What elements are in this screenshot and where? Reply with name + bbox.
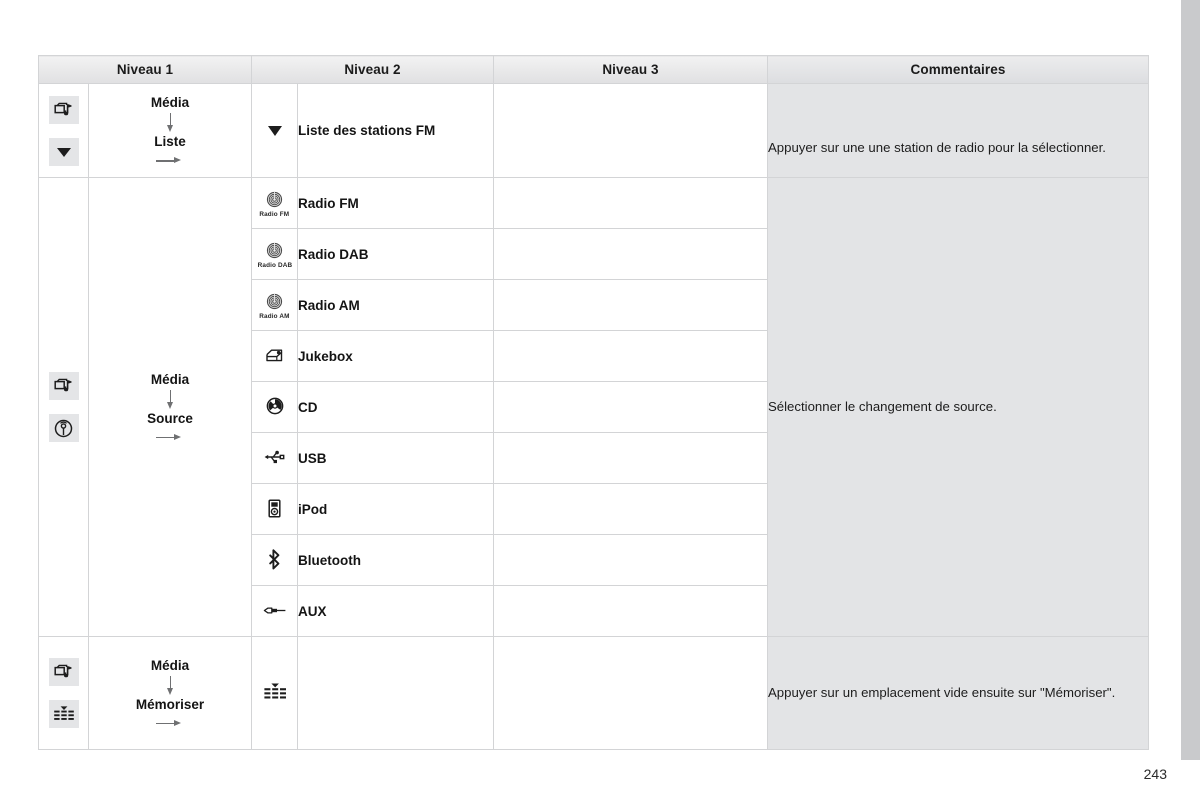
row-label-radio-am: Radio AM: [297, 279, 494, 331]
row-level3-cd: [493, 381, 768, 433]
table-row: Média Mémoriser Appuyer sur un emplaceme…: [38, 636, 1149, 750]
table-header: Niveau 1 Niveau 2 Niveau 3 Commentaires: [38, 55, 1149, 84]
row-comment-source: Sélectionner le changement de source.: [767, 177, 1149, 637]
row-label-liste-stations: Liste des stations FM: [297, 83, 494, 178]
row-icon-ipod[interactable]: [251, 483, 298, 535]
group-icons-memoriser: [38, 636, 89, 750]
row-comment-memoriser: Appuyer sur un emplacement vide ensuite …: [767, 636, 1149, 750]
row-icon-radio-fm[interactable]: Radio FM: [251, 177, 298, 229]
group-icons-liste: [38, 83, 89, 178]
row-icon-cd[interactable]: [251, 381, 298, 433]
ipod-icon: [268, 499, 281, 518]
row-label-ipod: iPod: [297, 483, 494, 535]
page-number: 243: [1143, 766, 1167, 782]
triangle-down-icon[interactable]: [48, 137, 79, 166]
triangle-down-icon: [267, 126, 282, 136]
row-label-bluetooth: Bluetooth: [297, 534, 494, 586]
table-row: Média Source Radio FM Radio FM Sélection…: [38, 177, 1149, 637]
cd-icon: [266, 397, 283, 415]
row-level3-memoriser: [493, 636, 768, 750]
arrow-down-icon: [166, 675, 175, 696]
row-icon-caption: Radio DAB: [257, 260, 292, 268]
usb-icon: [264, 451, 284, 464]
row-level3-radio-dab: [493, 228, 768, 280]
row-label-usb: USB: [297, 432, 494, 484]
row-level3-aux: [493, 585, 768, 637]
row-label-radio-dab: Radio DAB: [297, 228, 494, 280]
arrow-down-icon: [166, 113, 175, 133]
menu-table-container: Niveau 1 Niveau 2 Niveau 3 Commentaires: [38, 55, 1149, 750]
presets-equalizer-icon[interactable]: [48, 700, 79, 728]
row-icon-radio-dab[interactable]: Radio DAB: [251, 228, 298, 280]
menu-path-memoriser: Média Mémoriser: [88, 636, 252, 750]
media-music-icon[interactable]: [48, 95, 79, 124]
row-icon-bluetooth[interactable]: [251, 534, 298, 586]
radio-dial-icon: [266, 192, 283, 208]
presets-equalizer-icon: [263, 683, 286, 699]
menu-path-from: Média: [150, 95, 190, 111]
menu-path-to: Source: [147, 410, 193, 426]
group-icons-source: [38, 177, 89, 637]
table-row: Média Liste Liste des stations FM Appuye…: [38, 83, 1149, 178]
row-icon-liste-stations[interactable]: [251, 83, 298, 178]
source-antenna-icon[interactable]: [48, 414, 79, 442]
row-level3-radio-fm: [493, 177, 768, 229]
menu-path-from: Média: [150, 657, 190, 673]
menu-path-from: Média: [150, 371, 190, 387]
row-level3-jukebox: [493, 330, 768, 382]
column-header-comments: Commentaires: [767, 55, 1149, 84]
row-label-radio-fm: Radio FM: [297, 177, 494, 229]
row-icon-radio-am[interactable]: Radio AM: [251, 279, 298, 331]
row-level3-liste-stations: [493, 83, 768, 178]
table-body: Média Liste Liste des stations FM Appuye…: [38, 83, 1149, 750]
column-header-level3: Niveau 3: [493, 55, 768, 84]
bluetooth-icon: [269, 549, 280, 570]
row-level3-ipod: [493, 483, 768, 535]
media-music-icon[interactable]: [48, 372, 79, 400]
menu-path-source: Média Source: [88, 177, 252, 637]
table-header-row: Niveau 1 Niveau 2 Niveau 3 Commentaires: [38, 55, 1149, 84]
menu-path-to: Mémoriser: [135, 696, 205, 712]
media-music-icon[interactable]: [48, 658, 79, 686]
row-icon-memoriser[interactable]: [251, 636, 298, 750]
arrow-right-icon: [156, 432, 184, 442]
arrow-down-icon: [166, 389, 175, 410]
jukebox-icon: [266, 349, 283, 362]
row-label-cd: CD: [297, 381, 494, 433]
row-level3-bluetooth: [493, 534, 768, 586]
row-icon-jukebox[interactable]: [251, 330, 298, 382]
column-header-level1: Niveau 1: [38, 55, 252, 84]
row-icon-caption: Radio AM: [259, 311, 290, 319]
row-icon-usb[interactable]: [251, 432, 298, 484]
menu-path-liste: Média Liste: [88, 83, 252, 178]
arrow-right-icon: [156, 718, 184, 728]
menu-structure-table: Niveau 1 Niveau 2 Niveau 3 Commentaires: [38, 55, 1149, 750]
radio-dial-icon: [266, 294, 283, 310]
row-level3-radio-am: [493, 279, 768, 331]
arrow-right-icon: [156, 156, 184, 166]
menu-path-to: Liste: [154, 134, 186, 149]
row-icon-aux[interactable]: [251, 585, 298, 637]
aux-jack-icon: [263, 607, 285, 614]
page-edge-tab: [1181, 0, 1200, 760]
row-label-jukebox: Jukebox: [297, 330, 494, 382]
row-icon-caption: Radio FM: [259, 209, 290, 217]
column-header-level2: Niveau 2: [251, 55, 494, 84]
row-level3-usb: [493, 432, 768, 484]
row-label-aux: AUX: [297, 585, 494, 637]
radio-dial-icon: [266, 243, 283, 259]
row-comment-liste: Appuyer sur une une station de radio pou…: [767, 83, 1149, 178]
row-label-memoriser: [297, 636, 494, 750]
